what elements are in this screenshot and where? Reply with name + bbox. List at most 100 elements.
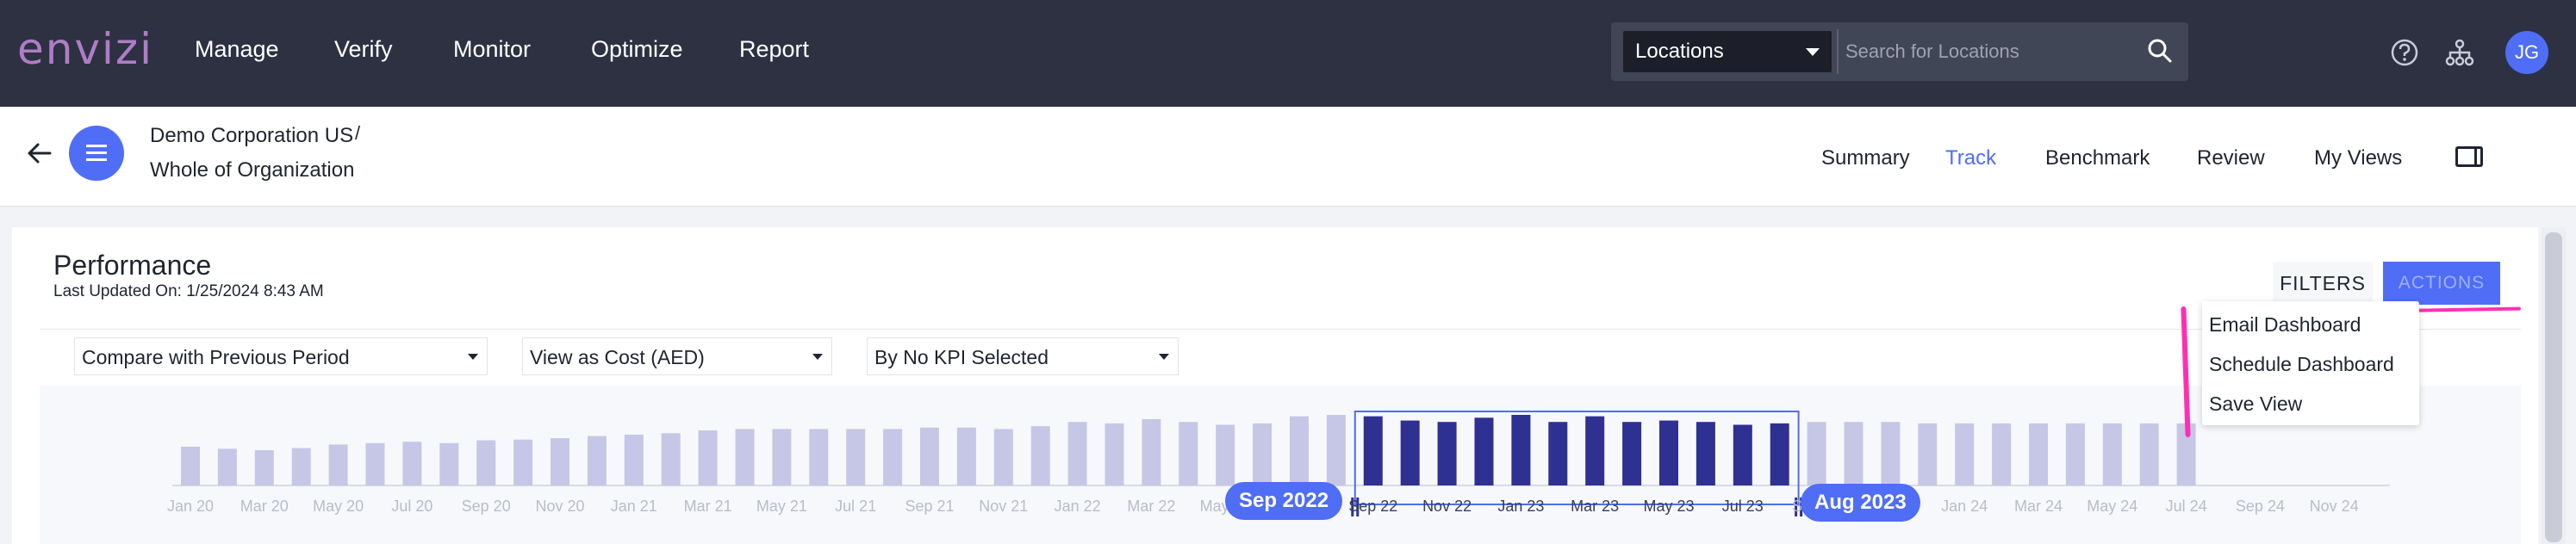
tab-my-views[interactable]: My Views	[2314, 146, 2402, 170]
nav-manage[interactable]: Manage	[195, 36, 279, 63]
x-tick-label: May 21	[756, 498, 807, 515]
menu-item-schedule-dashboard[interactable]: Schedule Dashboard	[2209, 353, 2394, 376]
chart-bar	[1548, 422, 1568, 485]
chart-bar	[1253, 423, 1272, 485]
x-tick-label: Jan 24	[1941, 498, 1988, 515]
chart-bar	[1881, 422, 1901, 485]
x-tick-label: Jul 24	[2166, 498, 2207, 515]
page-title: Performance	[53, 250, 212, 281]
back-arrow-icon[interactable]	[26, 139, 53, 171]
chart-bar	[2029, 423, 2048, 485]
location-search: Locations	[1611, 22, 2188, 81]
chart-bar	[809, 429, 829, 485]
scrollbar-thumb[interactable]	[2545, 232, 2562, 542]
chart-bar	[1179, 422, 1198, 485]
chart-bar	[772, 429, 792, 485]
search-divider	[1837, 29, 1839, 74]
x-tick-label: Jan 21	[611, 498, 657, 515]
range-start-pill[interactable]: Sep 2022	[1225, 482, 1343, 520]
chart-bar	[1659, 420, 1678, 485]
chart-bar	[698, 430, 718, 485]
menu-item-email-dashboard[interactable]: Email Dashboard	[2209, 313, 2361, 337]
x-tick-label: Nov 22	[1422, 498, 1472, 515]
top-navigation-bar: envizi Manage Verify Monitor Optimize Re…	[0, 0, 2576, 107]
x-tick-label: Jul 23	[1722, 498, 1764, 515]
chart-bar	[439, 442, 459, 485]
bar-chart: Jan 20 Mar 20 May 20 Jul 20 Sep 20 Nov 20 Jan …	[167, 411, 2390, 516]
performance-chart: Jan 20 Mar 20 May 20 Jul 20 Sep 20 Nov 20 Jan …	[40, 386, 2521, 544]
x-tick-label: Mar 21	[684, 498, 732, 515]
location-header: Demo Corporation US / Whole of Organizat…	[0, 107, 2576, 207]
chart-bar	[956, 427, 976, 485]
kpi-select[interactable]: By No KPI Selected	[867, 337, 1179, 375]
chart-bar	[551, 438, 569, 485]
filters-button[interactable]: FILTERS	[2273, 262, 2373, 305]
x-tick-label: Sep 24	[2236, 498, 2285, 515]
chart-bar	[993, 429, 1013, 485]
chart-bar	[1474, 417, 1494, 485]
x-tick-label: Nov 20	[535, 498, 584, 515]
chart-bar	[1918, 423, 1938, 485]
nav-monitor[interactable]: Monitor	[453, 36, 531, 63]
chart-bar	[661, 433, 681, 485]
compare-period-value: Compare with Previous Period	[82, 346, 350, 368]
nav-verify[interactable]: Verify	[334, 36, 393, 63]
view-as-value: View as Cost (AED)	[530, 346, 705, 368]
search-icon[interactable]	[2147, 38, 2173, 68]
chart-bar	[1585, 416, 1605, 485]
menu-item-save-view[interactable]: Save View	[2209, 393, 2302, 416]
x-tick-label: Jan 23	[1497, 498, 1544, 515]
nav-report[interactable]: Report	[739, 36, 809, 63]
chart-bar	[1807, 422, 1826, 485]
chart-bar	[1216, 424, 1235, 485]
chart-bar	[1326, 415, 1346, 485]
panel-toggle-icon[interactable]	[2455, 146, 2483, 167]
x-tick-label: May 24	[2087, 498, 2137, 515]
x-tick-label: Mar 22	[1127, 498, 1175, 515]
chart-bar	[1511, 415, 1531, 485]
tab-track[interactable]: Track	[1945, 146, 1996, 170]
breadcrumb-separator: /	[355, 122, 361, 144]
tab-benchmark[interactable]: Benchmark	[2045, 146, 2150, 170]
tab-review[interactable]: Review	[2197, 146, 2265, 170]
x-tick-label: Mar 23	[1571, 498, 1619, 515]
hamburger-menu-icon[interactable]	[69, 126, 124, 181]
x-tick-label: Nov 21	[979, 498, 1028, 515]
location-type-select[interactable]: Locations	[1623, 31, 1832, 72]
nav-optimize[interactable]: Optimize	[591, 36, 683, 63]
actions-button[interactable]: ACTIONS	[2383, 262, 2500, 305]
section-divider	[40, 329, 2521, 330]
range-end-pill[interactable]: Aug 2023	[1801, 484, 1920, 522]
x-tick-label: Jan 22	[1055, 498, 1101, 515]
compare-period-select[interactable]: Compare with Previous Period	[74, 337, 488, 375]
search-input[interactable]	[1845, 33, 2130, 71]
chart-bar	[2065, 423, 2085, 485]
last-updated-text: Last Updated On: 1/25/2024 8:43 AM	[53, 282, 324, 300]
view-as-select[interactable]: View as Cost (AED)	[522, 337, 832, 375]
x-tick-label: Jul 21	[835, 498, 876, 515]
vertical-scrollbar[interactable]	[2542, 227, 2566, 544]
range-selection-box[interactable]	[1353, 411, 1800, 505]
location-type-value: Locations	[1635, 40, 1724, 63]
help-icon[interactable]	[2390, 38, 2419, 71]
chart-bar	[2139, 423, 2159, 485]
breadcrumb-scope[interactable]: Whole of Organization	[150, 158, 354, 182]
org-hierarchy-icon[interactable]	[2445, 38, 2474, 71]
chart-bar	[365, 442, 385, 485]
chart-bar	[402, 442, 422, 485]
chart-bar	[291, 448, 311, 485]
chart-bar	[1067, 422, 1087, 485]
chart-bar	[1992, 423, 2012, 485]
user-avatar[interactable]: JG	[2505, 31, 2548, 74]
performance-card: Performance Last Updated On: 1/25/2024 8…	[12, 227, 2538, 544]
tab-summary[interactable]: Summary	[1821, 146, 1910, 170]
x-tick-label: Sep 20	[462, 498, 511, 515]
chart-bar	[624, 434, 644, 485]
envizi-logo[interactable]: envizi	[17, 24, 153, 74]
actions-dropdown-menu: Email Dashboard Schedule Dashboard Save …	[2202, 301, 2419, 425]
breadcrumb-org[interactable]: Demo Corporation US	[150, 124, 353, 148]
chart-bar	[1400, 420, 1420, 485]
x-tick-label: Sep 22	[1348, 498, 1397, 515]
chart-bar	[1030, 426, 1050, 485]
x-tick-label: May 20	[313, 498, 364, 515]
